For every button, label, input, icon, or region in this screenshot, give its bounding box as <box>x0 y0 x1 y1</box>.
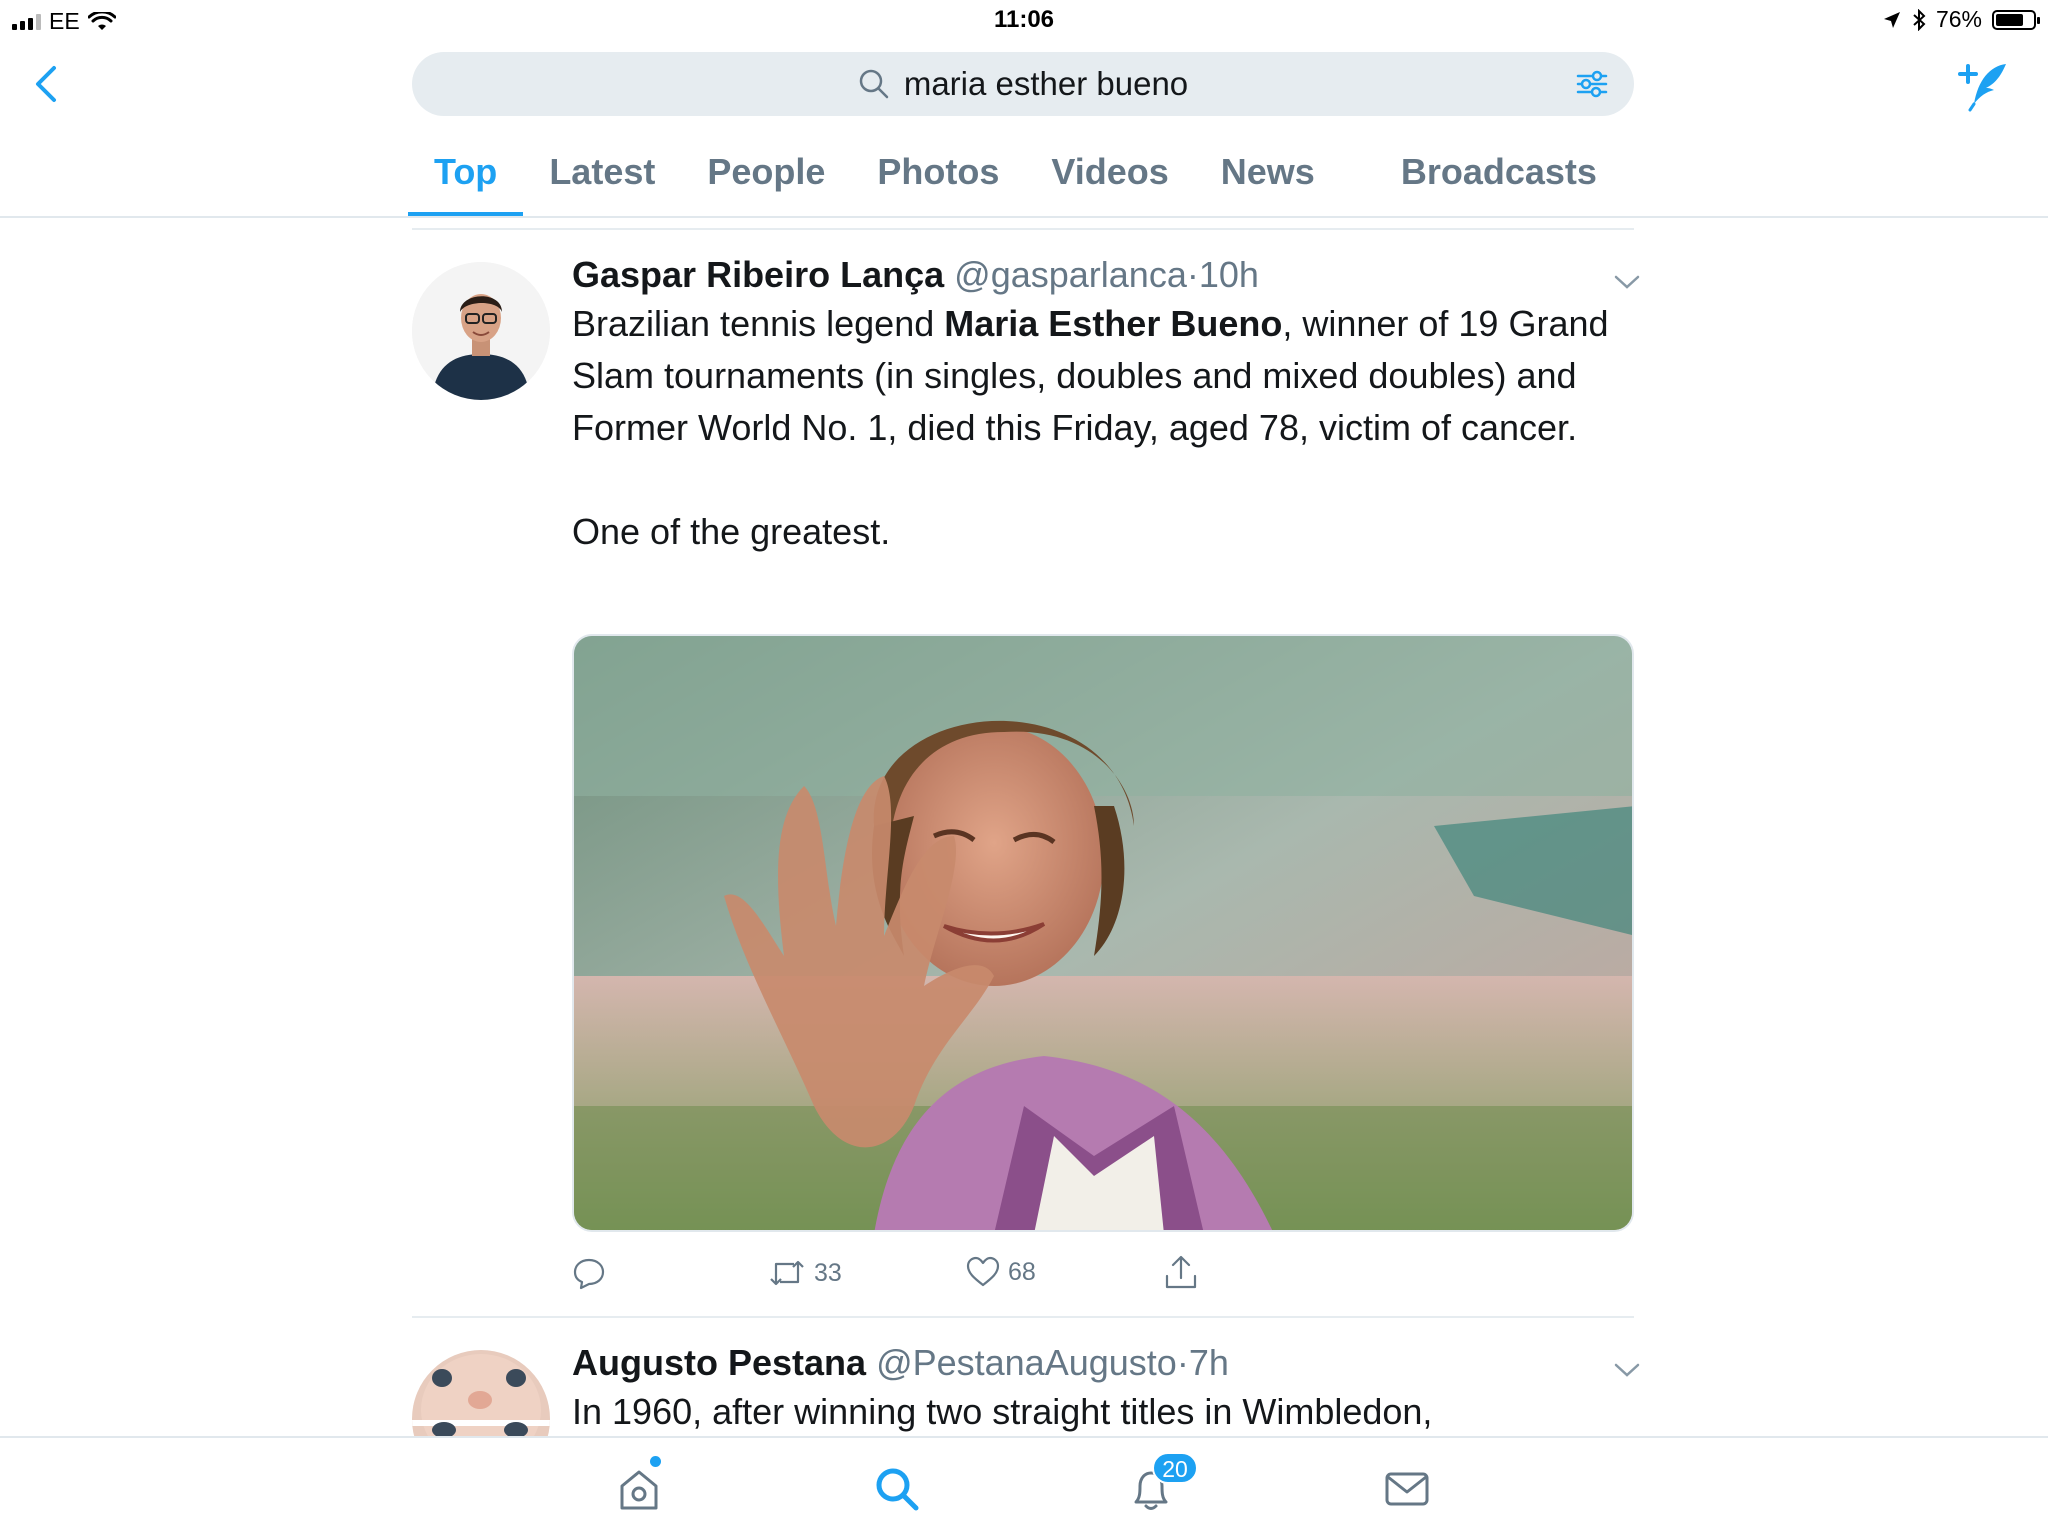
retweet-button[interactable]: 33 <box>768 1256 842 1290</box>
tabs-divider <box>0 216 2048 218</box>
tweet-author-handle[interactable]: @PestanaAugusto <box>876 1342 1177 1383</box>
battery-percent: 76% <box>1935 6 1982 32</box>
search-query: maria esther bueno <box>903 65 1189 102</box>
tab-latest[interactable]: Latest <box>523 140 681 216</box>
tweet-header: Augusto Pestana @PestanaAugusto·7h <box>572 1342 1229 1384</box>
tweet-author-handle[interactable]: @gasparlanca <box>954 254 1187 295</box>
tweet-time: 10h <box>1198 254 1259 295</box>
tweet-photo[interactable] <box>572 634 1634 1232</box>
chevron-down-icon[interactable] <box>1612 272 1642 292</box>
chevron-down-icon[interactable] <box>1612 1360 1642 1380</box>
like-button[interactable]: 68 <box>966 1256 1036 1288</box>
reply-icon <box>573 1258 605 1290</box>
tweet-header: Gaspar Ribeiro Lança @gasparlanca·10h <box>572 254 1259 296</box>
reply-button[interactable] <box>572 1256 606 1290</box>
tab-top[interactable]: Top <box>408 140 524 216</box>
bluetooth-icon <box>1913 8 1926 31</box>
tab-people[interactable]: People <box>681 140 851 216</box>
battery-icon <box>1992 9 2040 30</box>
search-icon <box>859 69 889 99</box>
notifications-badge: 20 <box>1152 1452 1198 1484</box>
search-input[interactable]: maria esther bueno <box>412 52 1634 116</box>
home-new-indicator <box>650 1456 661 1467</box>
compose-tweet-icon[interactable] <box>1956 58 2012 114</box>
bottom-tab-bar <box>0 1436 2048 1538</box>
feed-divider <box>412 228 1634 230</box>
tab-news[interactable]: News <box>1195 140 1341 216</box>
status-time: 11:06 <box>993 6 1055 33</box>
tweet-text: In 1960, after winning two straight titl… <box>572 1391 1433 1432</box>
tweet-separator: · <box>1176 1342 1189 1383</box>
search-tab-icon[interactable] <box>872 1464 922 1514</box>
heart-icon <box>966 1256 1000 1287</box>
search-tabs: Top Latest People Photos Videos News Bro… <box>408 140 1623 216</box>
avatar[interactable] <box>412 262 550 400</box>
tweet-text-highlight: Maria Esther Bueno <box>944 303 1283 344</box>
tweet-text: Brazilian tennis legend Maria Esther Bue… <box>572 298 1672 558</box>
search-inner: maria esther bueno <box>412 52 1634 116</box>
tab-broadcasts[interactable]: Broadcasts <box>1341 140 1623 216</box>
battery-fill <box>1996 13 2023 26</box>
status-bar: EE 11:06 76% <box>0 0 2048 40</box>
tweet-author-name[interactable]: Gaspar Ribeiro Lança <box>572 254 944 295</box>
home-icon[interactable] <box>614 1464 664 1514</box>
retweet-count: 33 <box>814 1258 842 1287</box>
tweet-time: 7h <box>1188 1342 1229 1383</box>
search-filter-icon[interactable] <box>1574 66 1610 102</box>
retweet-icon <box>770 1260 804 1286</box>
share-icon <box>1165 1255 1197 1289</box>
tweet-body: Brazilian tennis legend Maria Esther Bue… <box>572 298 1672 454</box>
avatar-portrait <box>412 262 550 400</box>
tweet-body-line2: One of the greatest. <box>572 511 891 552</box>
share-button[interactable] <box>1164 1254 1198 1290</box>
tweet-separator: · <box>1186 254 1199 295</box>
tweet-author-name[interactable]: Augusto Pestana <box>572 1342 866 1383</box>
tab-photos[interactable]: Photos <box>851 140 1025 216</box>
location-arrow-icon <box>1883 11 1900 28</box>
tweet-photo-image <box>574 636 1632 1230</box>
tweet-divider <box>412 1316 1634 1318</box>
tweet-text-part: Brazilian tennis legend <box>572 303 945 344</box>
messages-envelope-icon[interactable] <box>1382 1464 1432 1514</box>
back-button[interactable] <box>28 62 68 106</box>
tab-videos[interactable]: Videos <box>1025 140 1194 216</box>
like-count: 68 <box>1008 1257 1036 1286</box>
status-right: 76% <box>1882 6 2040 33</box>
